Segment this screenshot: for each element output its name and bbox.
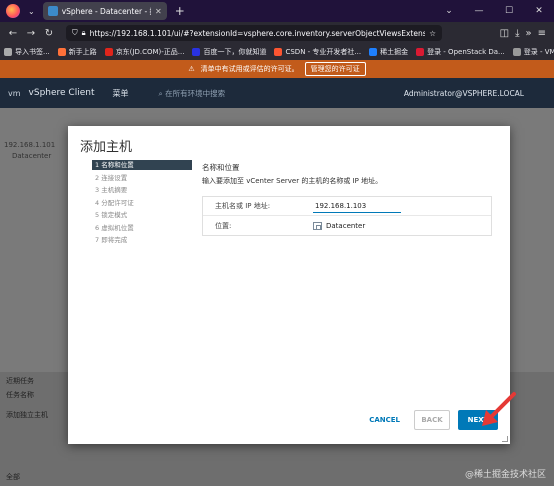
tree-node-host[interactable]: 192.168.1.101 bbox=[4, 140, 55, 151]
browser-tab-bar: ⌄ vSphere - Datacenter - 摘要 ✕ + ⌄ — ☐ ✕ bbox=[0, 0, 554, 22]
shield-icon[interactable]: ⛉ bbox=[72, 28, 78, 38]
task-row: 添加独立主机 bbox=[6, 411, 48, 419]
vm-logo-icon: vm bbox=[8, 88, 21, 98]
wizard-step-vm-location: 6 虚拟机位置 bbox=[95, 223, 134, 232]
bookmark-icon bbox=[416, 48, 425, 56]
menu-dropdown[interactable]: 菜单 bbox=[112, 88, 128, 99]
cancel-button[interactable]: CANCEL bbox=[363, 410, 406, 430]
bookmark-item[interactable]: 京东(JD.COM)-正品... bbox=[104, 47, 184, 57]
watermark: @稀土掘金技术社区 bbox=[464, 470, 546, 480]
inventory-tree: 192.168.1.101 Datacenter bbox=[4, 140, 55, 162]
tab-title: vSphere - Datacenter - 摘要 bbox=[61, 6, 151, 16]
wizard-step-host-summary: 3 主机摘要 bbox=[95, 186, 128, 194]
bookmark-item[interactable]: 导入书签... bbox=[4, 47, 50, 57]
app-menu-icon[interactable]: ≡ bbox=[538, 28, 546, 39]
license-warning-bar: ⚠ 清单中有试用或评估的许可证。 管理您的许可证 bbox=[0, 60, 554, 78]
tab-overflow-chevron-icon[interactable]: ⌄ bbox=[434, 0, 464, 22]
reload-icon[interactable]: ↻ bbox=[40, 28, 58, 39]
maximize-icon[interactable]: ☐ bbox=[494, 0, 524, 22]
tab-list-chevron-icon[interactable]: ⌄ bbox=[28, 7, 35, 16]
task-filter-select[interactable]: 全部 bbox=[6, 472, 20, 482]
location-value: Datacenter bbox=[326, 221, 366, 230]
bookmark-item[interactable]: 新手上路 bbox=[57, 47, 97, 57]
bookmark-icon bbox=[369, 48, 378, 56]
bookmark-item[interactable]: 登录 - OpenStack Da... bbox=[416, 47, 505, 57]
back-arrow-icon[interactable]: ← bbox=[4, 28, 22, 39]
lock-icon[interactable]: 🔒︎ bbox=[82, 28, 86, 38]
warning-icon: ⚠ bbox=[188, 65, 195, 73]
bookmark-item[interactable]: 百度一下，你就知道 bbox=[192, 47, 266, 57]
user-menu[interactable]: Administrator@VSPHERE.LOCAL bbox=[404, 89, 524, 98]
new-tab-icon[interactable]: + bbox=[175, 4, 185, 18]
resize-handle[interactable] bbox=[502, 436, 508, 442]
bookmark-item[interactable]: 稀土掘金 bbox=[369, 47, 408, 57]
pocket-icon[interactable]: ◫ bbox=[500, 28, 509, 39]
location-label: 位置: bbox=[215, 221, 232, 230]
download-icon[interactable]: ⤓ bbox=[515, 28, 519, 39]
tab-vsphere[interactable]: vSphere - Datacenter - 摘要 ✕ bbox=[42, 2, 167, 20]
section-description: 输入要添加至 vCenter Server 的主机的名称或 IP 地址。 bbox=[202, 177, 383, 185]
manage-license-button[interactable]: 管理您的许可证 bbox=[304, 62, 366, 76]
vsphere-favicon-icon bbox=[47, 6, 58, 16]
host-row: 主机名或 IP 地址: bbox=[203, 197, 491, 216]
wizard-step-lockdown: 5 锁定模式 bbox=[95, 211, 128, 219]
url-bar[interactable]: ⛉ 🔒︎ https://192.168.1.101/ui/#?extensio… bbox=[66, 25, 442, 41]
bookmarks-bar: 导入书签... 新手上路 京东(JD.COM)-正品... 百度一下，你就知道 … bbox=[0, 44, 554, 60]
product-name: vSphere Client bbox=[28, 88, 95, 98]
bookmark-star-icon[interactable]: ☆ bbox=[429, 29, 436, 38]
bookmark-icon bbox=[4, 48, 12, 56]
wizard-step-license: 4 分配许可证 bbox=[95, 198, 134, 207]
location-row: 位置: Datacenter bbox=[203, 216, 491, 235]
section-title: 名称和位置 bbox=[202, 163, 240, 172]
close-window-icon[interactable]: ✕ bbox=[524, 0, 554, 22]
bookmark-icon bbox=[512, 48, 521, 56]
host-form: 主机名或 IP 地址: 位置: Datacenter bbox=[202, 196, 492, 236]
wizard-step-name-location[interactable]: 1 名称和位置 bbox=[92, 160, 192, 170]
firefox-logo-icon bbox=[6, 4, 20, 18]
bookmark-icon bbox=[57, 48, 66, 56]
browser-nav-bar: ← → ↻ ⛉ 🔒︎ https://192.168.1.101/ui/#?ex… bbox=[0, 22, 554, 44]
task-name-column: 任务名称 bbox=[6, 391, 34, 399]
dialog-title: 添加主机 bbox=[80, 140, 133, 155]
global-search[interactable]: ⌕ 在所有环境中搜索 bbox=[158, 88, 225, 99]
recent-tasks-tab[interactable]: 近期任务 bbox=[6, 376, 34, 386]
forward-arrow-icon[interactable]: → bbox=[22, 28, 40, 39]
close-tab-icon[interactable]: ✕ bbox=[155, 7, 162, 16]
host-label: 主机名或 IP 地址: bbox=[215, 202, 271, 210]
bookmark-icon bbox=[274, 48, 283, 56]
wizard-step-ready: 7 即将完成 bbox=[95, 236, 128, 244]
tree-node-datacenter[interactable]: Datacenter bbox=[4, 151, 55, 162]
host-ip-input[interactable] bbox=[313, 199, 401, 213]
extensions-icon[interactable]: » bbox=[525, 28, 531, 39]
wizard-content: 名称和位置 输入要添加至 vCenter Server 的主机的名称或 IP 地… bbox=[202, 162, 492, 236]
vsphere-header: vm vSphere Client 菜单 ⌕ 在所有环境中搜索 Administ… bbox=[0, 78, 554, 108]
bookmark-item[interactable]: 登录 - VMware ESXi bbox=[512, 47, 554, 57]
wizard-steps: 1 名称和位置 2 连接设置 3 主机摘要 4 分配许可证 5 锁定模式 6 虚… bbox=[92, 160, 192, 248]
bookmark-icon bbox=[192, 48, 201, 56]
datacenter-icon bbox=[313, 221, 322, 230]
minimize-icon[interactable]: — bbox=[464, 0, 494, 22]
url-text[interactable]: https://192.168.1.101/ui/#?extensionId=v… bbox=[90, 29, 426, 38]
back-button[interactable]: BACK bbox=[414, 410, 450, 430]
bookmark-icon bbox=[104, 48, 113, 56]
bookmark-item[interactable]: CSDN - 专业开发者社... bbox=[274, 47, 361, 57]
annotation-arrow-icon bbox=[482, 392, 516, 426]
add-host-dialog: 添加主机 1 名称和位置 2 连接设置 3 主机摘要 4 分配许可证 5 锁定模… bbox=[68, 126, 510, 444]
warning-text: 清单中有试用或评估的许可证。 bbox=[200, 65, 299, 73]
wizard-step-connection: 2 连接设置 bbox=[95, 173, 128, 182]
